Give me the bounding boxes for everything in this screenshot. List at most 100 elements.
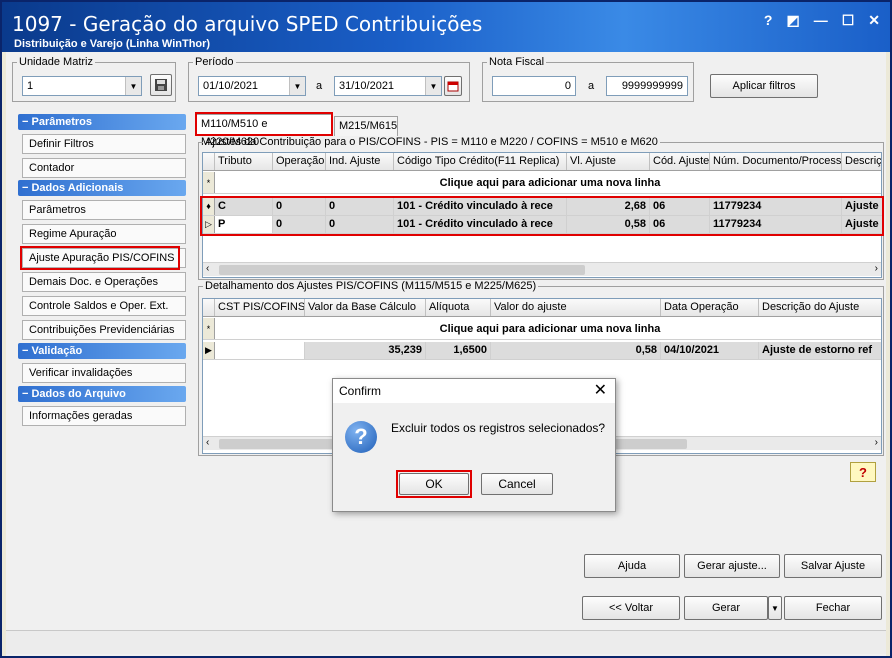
- cell-desc[interactable]: Ajuste: [842, 216, 883, 233]
- col-valor-ajuste[interactable]: Valor do ajuste: [491, 299, 661, 316]
- col-operacao[interactable]: Operação: [273, 153, 326, 170]
- sidebar-item-demais-doc[interactable]: Demais Doc. e Operações: [22, 272, 186, 292]
- sidebar-section-parametros[interactable]: − Parâmetros: [18, 114, 186, 130]
- sidebar-item-parametros[interactable]: Parâmetros: [22, 200, 186, 220]
- nf-from-input[interactable]: 0: [492, 76, 576, 96]
- cell-cod-ajuste[interactable]: 06: [650, 216, 710, 233]
- apply-filters-button[interactable]: Aplicar filtros: [710, 74, 818, 98]
- cell-tributo[interactable]: P: [215, 216, 273, 233]
- cell-codigo[interactable]: 101 - Crédito vinculado à rece: [394, 198, 567, 215]
- col-codigo[interactable]: Código Tipo Crédito(F11 Replica): [394, 153, 567, 170]
- cell-tributo[interactable]: C: [215, 198, 273, 215]
- sidebar-item-contador[interactable]: Contador: [22, 158, 186, 178]
- col-ind-ajuste[interactable]: Ind. Ajuste: [326, 153, 394, 170]
- cell-desc[interactable]: Ajuste: [842, 198, 883, 215]
- unidade-select[interactable]: 1 ▼: [22, 76, 142, 96]
- cell-cod-ajuste[interactable]: 06: [650, 198, 710, 215]
- row-indicator-header: [203, 153, 215, 170]
- table-row[interactable]: ▷ P 0 0 101 - Crédito vinculado à rece 0…: [203, 216, 883, 234]
- cell-ind[interactable]: 0: [326, 198, 394, 215]
- gerar-ajuste-button[interactable]: Gerar ajuste...: [684, 554, 780, 578]
- fechar-button[interactable]: Fechar: [784, 596, 882, 620]
- cell-desc[interactable]: Ajuste de estorno ref: [759, 342, 881, 359]
- save-icon[interactable]: [150, 74, 172, 96]
- sidebar-item-verificar[interactable]: Verificar invalidações: [22, 363, 186, 383]
- voltar-button[interactable]: << Voltar: [582, 596, 680, 620]
- grid1-scrollbar[interactable]: ‹ ›: [203, 262, 881, 276]
- calendar-icon[interactable]: [444, 76, 462, 96]
- sidebar-section-dados-adicionais[interactable]: − Dados Adicionais: [18, 180, 186, 196]
- cell-operacao[interactable]: 0: [273, 216, 326, 233]
- tab-m215[interactable]: M215/M615: [334, 116, 398, 136]
- help-icon[interactable]: ?: [764, 12, 773, 29]
- grid2-header: CST PIS/COFINS Valor da Base Cálculo Alí…: [203, 299, 881, 317]
- sidebar-item-contribuicoes[interactable]: Contribuições Previdenciárias: [22, 320, 186, 340]
- minimize-icon[interactable]: —: [814, 12, 828, 29]
- close-icon[interactable]: ✕: [868, 12, 880, 29]
- sidebar-section-validacao[interactable]: − Validação: [18, 343, 186, 359]
- col-aliquota[interactable]: Alíquota: [426, 299, 491, 316]
- row-indicator-icon: ▶: [203, 342, 215, 359]
- col-cod-ajuste[interactable]: Cód. Ajuste: [650, 153, 710, 170]
- col-vl-ajuste[interactable]: Vl. Ajuste: [567, 153, 650, 170]
- table-row[interactable]: ♦ C 0 0 101 - Crédito vinculado à rece 2…: [203, 198, 883, 216]
- col-tributo[interactable]: Tributo: [215, 153, 273, 170]
- help-icon[interactable]: ?: [850, 462, 876, 482]
- col-cst[interactable]: CST PIS/COFINS: [215, 299, 305, 316]
- sidebar-item-ajuste-apuracao[interactable]: Ajuste Apuração PIS/COFINS: [22, 248, 186, 268]
- sidebar-item-regime-apuracao[interactable]: Regime Apuração: [22, 224, 186, 244]
- col-descricao[interactable]: Descrição: [842, 153, 881, 170]
- cancel-button[interactable]: Cancel: [481, 473, 553, 495]
- scroll-right-icon[interactable]: ›: [875, 437, 878, 448]
- ajuda-button[interactable]: Ajuda: [584, 554, 680, 578]
- cell-codigo[interactable]: 101 - Crédito vinculado à rece: [394, 216, 567, 233]
- ok-button[interactable]: OK: [399, 473, 469, 495]
- table-row[interactable]: ▶ 35,239 1,6500 0,58 04/10/2021 Ajuste d…: [203, 342, 881, 360]
- sidebar-section-dados-arquivo[interactable]: − Dados do Arquivo: [18, 386, 186, 402]
- periodo-to-value: 31/10/2021: [339, 80, 395, 92]
- periodo-from-value: 01/10/2021: [203, 80, 259, 92]
- sidebar-item-definir-filtros[interactable]: Definir Filtros: [22, 134, 186, 154]
- nf-to-input[interactable]: 9999999999: [606, 76, 688, 96]
- scroll-left-icon[interactable]: ‹: [206, 437, 209, 448]
- dialog-title: Confirm: [339, 384, 382, 398]
- gerar-button[interactable]: Gerar: [684, 596, 768, 620]
- cell-base[interactable]: 35,239: [305, 342, 426, 359]
- nf-label: Nota Fiscal: [489, 56, 545, 68]
- status-bar: [6, 630, 886, 654]
- salvar-ajuste-button[interactable]: Salvar Ajuste: [784, 554, 882, 578]
- scroll-left-icon[interactable]: ‹: [206, 263, 209, 274]
- cell-ind[interactable]: 0: [326, 216, 394, 233]
- scroll-thumb[interactable]: [219, 265, 585, 275]
- cell-valor[interactable]: 0,58: [567, 216, 650, 233]
- close-icon[interactable]: ✕: [594, 379, 607, 403]
- tab-m110[interactable]: M110/M510 e M220/M620: [196, 114, 332, 148]
- periodo-to-input[interactable]: 31/10/2021 ▼: [334, 76, 442, 96]
- cell-valor[interactable]: 2,68: [567, 198, 650, 215]
- chevron-down-icon[interactable]: ▼: [425, 77, 441, 95]
- add-row-grid2[interactable]: * Clique aqui para adicionar uma nova li…: [203, 318, 881, 340]
- col-base[interactable]: Valor da Base Cálculo: [305, 299, 426, 316]
- col-desc-ajuste[interactable]: Descrição do Ajuste: [759, 299, 881, 316]
- maximize-icon[interactable]: ☐: [842, 12, 855, 29]
- cell-data[interactable]: 04/10/2021: [661, 342, 759, 359]
- cell-operacao[interactable]: 0: [273, 198, 326, 215]
- cell-aliquota[interactable]: 1,6500: [426, 342, 491, 359]
- cell-cst[interactable]: [215, 342, 305, 359]
- restore-icon[interactable]: ◩: [786, 12, 799, 29]
- periodo-from-input[interactable]: 01/10/2021 ▼: [198, 76, 306, 96]
- col-num-doc[interactable]: Núm. Documento/Processo: [710, 153, 842, 170]
- chevron-down-icon[interactable]: ▼: [125, 77, 141, 95]
- chevron-down-icon[interactable]: ▼: [289, 77, 305, 95]
- cell-num-doc[interactable]: 11779234: [710, 198, 842, 215]
- sidebar-item-controle-saldos[interactable]: Controle Saldos e Oper. Ext.: [22, 296, 186, 316]
- scroll-right-icon[interactable]: ›: [875, 263, 878, 274]
- periodo-sep: a: [316, 80, 323, 92]
- col-data[interactable]: Data Operação: [661, 299, 759, 316]
- add-row-grid1[interactable]: * Clique aqui para adicionar uma nova li…: [203, 172, 881, 194]
- add-row-text: Clique aqui para adicionar uma nova linh…: [439, 323, 661, 335]
- sidebar-item-informacoes[interactable]: Informações geradas: [22, 406, 186, 426]
- gerar-dropdown-icon[interactable]: ▼: [768, 596, 782, 620]
- cell-valor[interactable]: 0,58: [491, 342, 661, 359]
- cell-num-doc[interactable]: 11779234: [710, 216, 842, 233]
